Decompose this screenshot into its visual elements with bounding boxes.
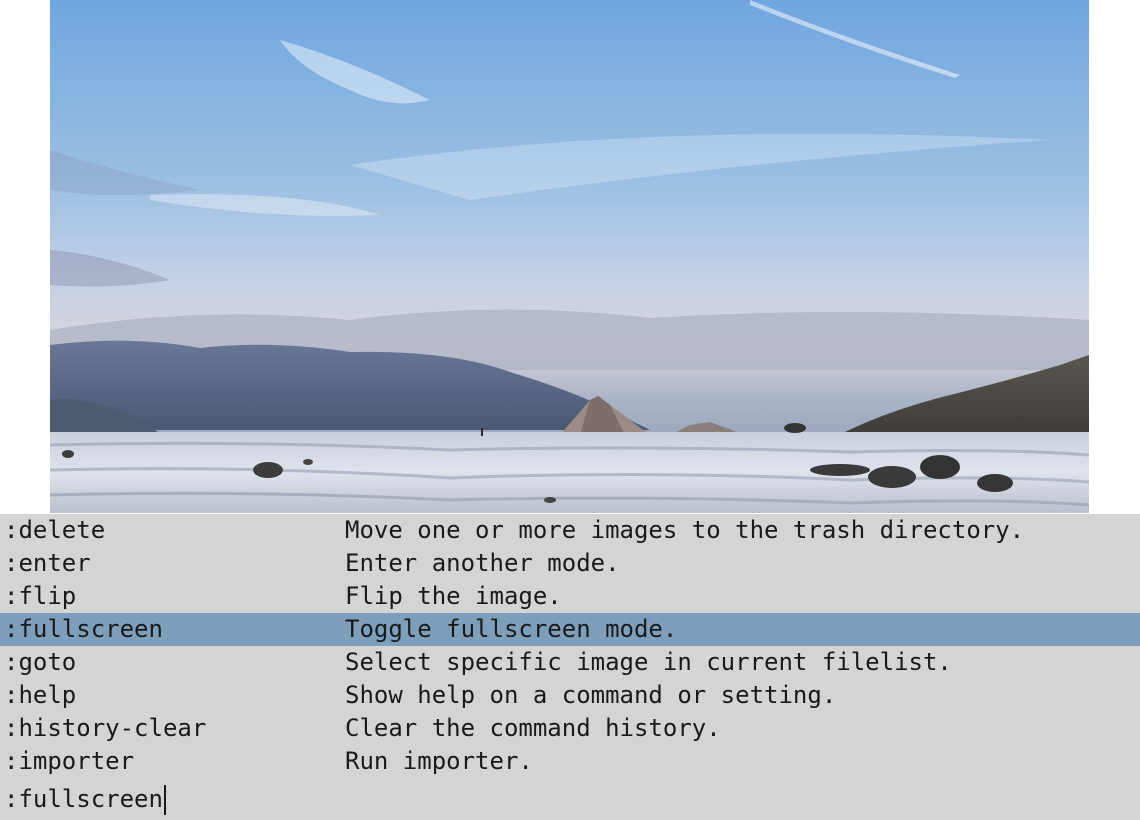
- completion-row-help[interactable]: :help Show help on a command or setting.: [0, 679, 1140, 712]
- completion-description: Select specific image in current filelis…: [345, 648, 952, 676]
- command-input-text: :fullscreen: [4, 785, 163, 813]
- completion-command: :flip: [4, 582, 77, 610]
- completion-row-importer[interactable]: :importer Run importer.: [0, 745, 1140, 778]
- completion-description: Flip the image.: [345, 582, 562, 610]
- completion-command: :fullscreen: [4, 615, 163, 643]
- image-viewer[interactable]: [0, 0, 1140, 514]
- completion-description: Show help on a command or setting.: [345, 681, 837, 709]
- completion-row-flip[interactable]: :flip Flip the image.: [0, 580, 1140, 613]
- completion-description: Clear the command history.: [345, 714, 721, 742]
- completion-row-fullscreen[interactable]: :fullscreen Toggle fullscreen mode.: [0, 613, 1140, 646]
- completion-list: :delete Move one or more images to the t…: [0, 514, 1140, 778]
- completion-command: :history-clear: [4, 714, 207, 742]
- text-cursor: [163, 785, 166, 815]
- completion-command: :delete: [4, 516, 106, 544]
- completion-row-enter[interactable]: :enter Enter another mode.: [0, 547, 1140, 580]
- photo-image: [50, 0, 1089, 513]
- completion-row-history-clear[interactable]: :history-clear Clear the command history…: [0, 712, 1140, 745]
- completion-description: Toggle fullscreen mode.: [345, 615, 678, 643]
- completion-command: :goto: [4, 648, 77, 676]
- command-line[interactable]: :fullscreen: [0, 778, 1140, 820]
- completion-description: Run importer.: [345, 747, 533, 775]
- completion-description: Move one or more images to the trash dir…: [345, 516, 1025, 544]
- landscape-photo: [50, 0, 1089, 513]
- completion-row-delete[interactable]: :delete Move one or more images to the t…: [0, 514, 1140, 547]
- completion-description: Enter another mode.: [345, 549, 620, 577]
- completion-row-goto[interactable]: :goto Select specific image in current f…: [0, 646, 1140, 679]
- completion-command: :enter: [4, 549, 91, 577]
- completion-command: :help: [4, 681, 77, 709]
- command-input[interactable]: :fullscreen: [4, 782, 166, 816]
- completion-command: :importer: [4, 747, 135, 775]
